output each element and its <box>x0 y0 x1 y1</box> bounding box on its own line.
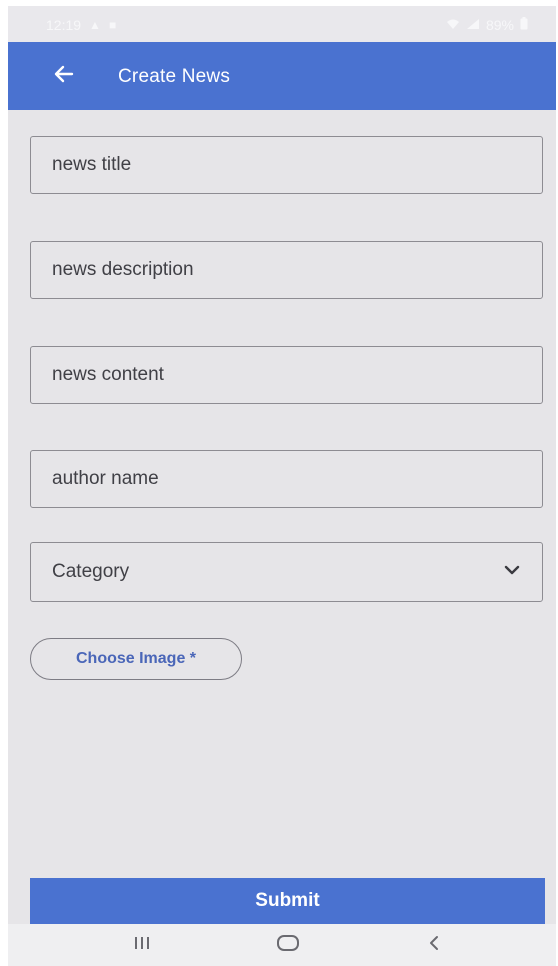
signal-icon <box>466 18 480 33</box>
news-title-field[interactable] <box>30 136 543 194</box>
news-content-input[interactable] <box>31 347 542 403</box>
submit-button[interactable]: Submit <box>30 878 545 924</box>
battery-percent: 89% <box>485 17 514 33</box>
news-description-field[interactable] <box>30 241 543 299</box>
system-nav-bar <box>8 924 556 966</box>
battery-icon <box>520 17 528 33</box>
category-select[interactable]: Category <box>30 542 543 602</box>
app-bar: Create News <box>8 42 556 110</box>
status-bar: 12:19 ▲ ■ 89% <box>8 6 556 42</box>
author-name-field[interactable] <box>30 450 543 508</box>
status-left: 12:19 ▲ ■ <box>46 17 116 33</box>
wifi-icon <box>446 18 460 33</box>
choose-image-button[interactable]: Choose Image * <box>30 638 242 680</box>
chevron-down-icon <box>504 563 520 581</box>
system-back-button[interactable] <box>414 932 454 958</box>
news-content-field[interactable] <box>30 346 543 404</box>
arrow-left-icon <box>52 62 76 91</box>
category-label: Category <box>52 561 130 582</box>
recent-apps-icon <box>133 935 151 956</box>
status-right: 89% <box>446 17 528 33</box>
back-icon <box>427 934 441 957</box>
image-icon: ■ <box>108 18 117 32</box>
author-name-input[interactable] <box>31 451 542 507</box>
screen: 12:19 ▲ ■ 89% Create News news title new… <box>8 6 556 966</box>
news-title-input[interactable] <box>31 137 542 193</box>
page-title: Create News <box>118 66 231 87</box>
home-icon <box>276 934 300 957</box>
back-button[interactable] <box>48 60 80 92</box>
home-button[interactable] <box>268 932 308 958</box>
recent-apps-button[interactable] <box>122 932 162 958</box>
warning-icon: ▲ <box>89 18 101 32</box>
news-description-input[interactable] <box>31 242 542 298</box>
status-time: 12:19 <box>46 17 82 33</box>
